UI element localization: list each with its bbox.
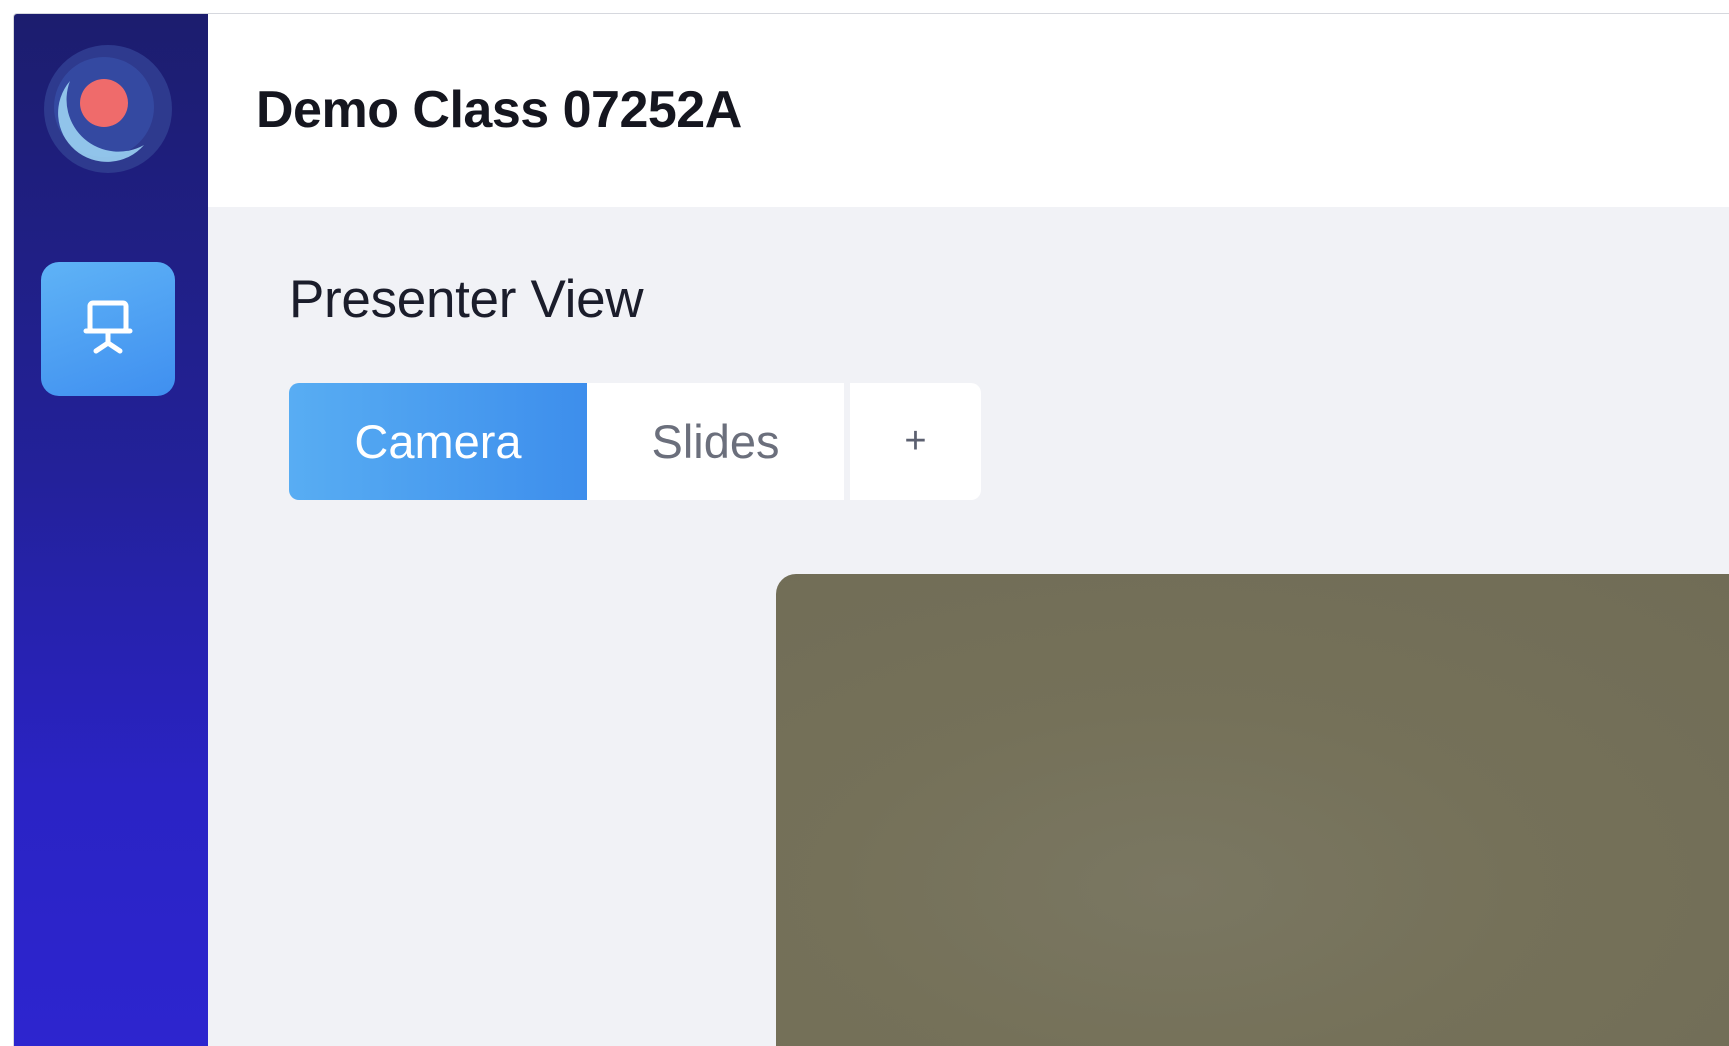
tab-slides[interactable]: Slides — [587, 383, 844, 500]
camera-feed — [776, 574, 1729, 1046]
tab-camera[interactable]: Camera — [289, 383, 587, 500]
class-title: Demo Class 07252A — [256, 81, 742, 139]
main-content: Presenter View Camera Slides + — [208, 207, 1729, 1046]
top-bar: Demo Class 07252A — [208, 14, 1729, 207]
view-tabs: Camera Slides + — [289, 383, 981, 500]
app-window: Demo Class 07252A Presenter View Camera … — [13, 13, 1729, 1046]
sidebar — [14, 14, 208, 1046]
add-tab-button[interactable]: + — [850, 383, 981, 500]
app-logo-icon[interactable] — [40, 41, 176, 177]
sidebar-item-presenter[interactable] — [41, 262, 175, 396]
page-title: Presenter View — [289, 270, 644, 329]
presenter-icon — [76, 295, 140, 364]
